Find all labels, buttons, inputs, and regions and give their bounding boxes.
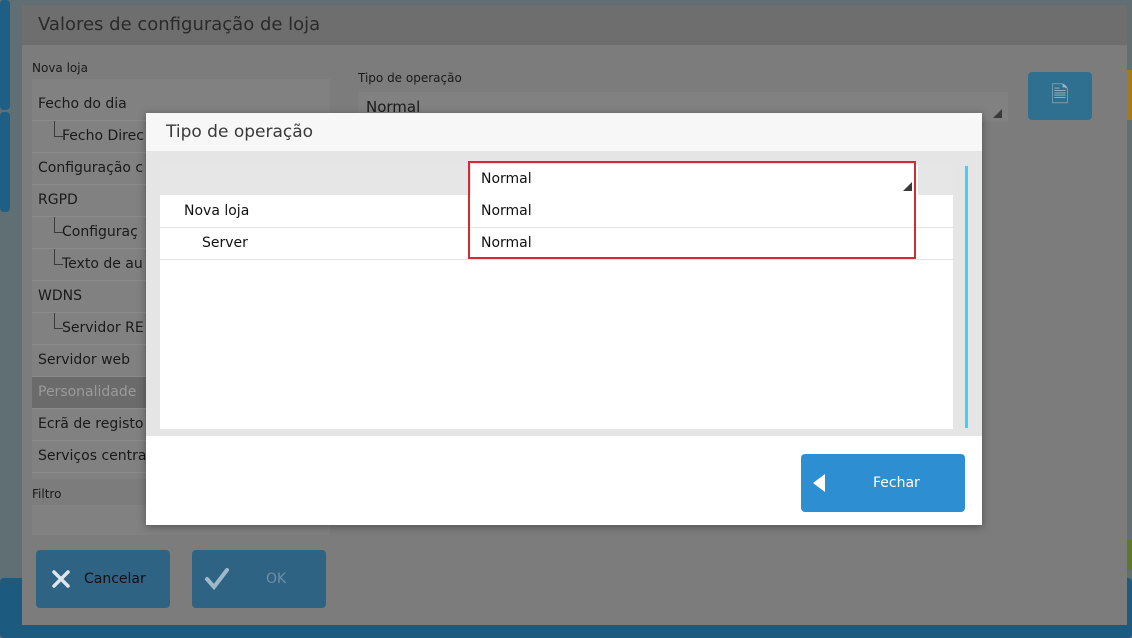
scrollbar[interactable] [965,166,968,428]
ok-button[interactable]: OK [192,550,326,608]
dialog-title: Tipo de operação [146,113,982,151]
row-name: Server [202,235,248,251]
document-button[interactable]: 🗎 [1028,72,1092,120]
tree-item-label: WDNS [38,288,82,304]
tree-item-label: Fecho do dia [38,96,127,112]
close-button[interactable]: Fechar [801,454,965,512]
cancel-label: Cancelar [84,571,146,587]
tree-item-label: Texto de au [62,256,143,272]
tree-connector [54,249,63,265]
document-icon: 🗎 [1051,83,1069,108]
store-label: Nova loja [32,61,88,75]
bg-tile [0,112,10,212]
highlight-box [468,161,916,259]
ok-label: OK [266,571,287,587]
tree-item-label: Fecho Direc [62,128,144,144]
tree-item-label: Servidor web [38,352,131,368]
bg-tile [0,0,10,110]
tree-item-label: Personalidade [38,384,137,400]
tree-connector [54,217,63,233]
tree-item-label: Serviços centra [38,448,147,464]
tree-connector [54,121,63,137]
tree-connector [54,313,63,329]
cancel-button[interactable]: Cancelar [36,550,170,608]
arrow-left-icon [813,474,825,492]
window-title: Valores de configuração de loja [22,5,1127,45]
tree-item-label: Configuração c [38,160,144,176]
operation-type-label: Tipo de operação [358,71,462,85]
tree-item-label: Ecrã de registo [38,416,144,432]
tree-item-label: Servidor RE [62,320,144,336]
close-x-icon [52,570,70,588]
dropdown-icon [993,109,1002,118]
close-label: Fechar [873,475,920,491]
tree-item-label: RGPD [38,192,78,208]
checkmark-icon [205,568,229,591]
operation-type-dialog: Tipo de operação Normal Nova loja Normal… [146,113,982,525]
tree-item-label: Configuraç [62,224,138,240]
row-name: Nova loja [184,203,250,219]
filter-label: Filtro [32,487,62,501]
